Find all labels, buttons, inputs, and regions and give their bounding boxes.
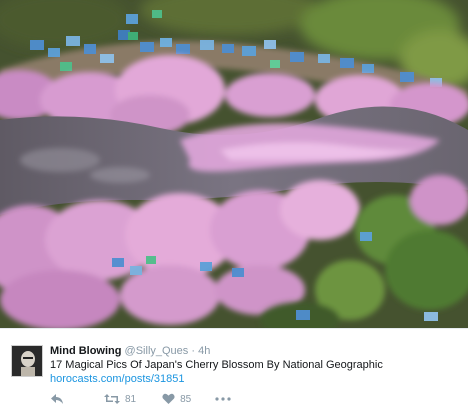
- display-name[interactable]: Mind Blowing: [50, 345, 121, 357]
- retweet-count: 81: [125, 393, 137, 405]
- timestamp[interactable]: 4h: [198, 345, 210, 357]
- more-dots-icon: [215, 397, 231, 401]
- like-button[interactable]: 85: [162, 393, 191, 405]
- avatar[interactable]: [11, 345, 43, 377]
- tweet-card: Mind Blowing @Silly_Ques · 4h 17 Magical…: [0, 328, 468, 412]
- tweet-header: Mind Blowing @Silly_Ques · 4h: [50, 345, 210, 357]
- user-handle[interactable]: @Silly_Ques: [125, 345, 189, 357]
- like-count: 85: [180, 393, 192, 405]
- tweet-text: 17 Magical Pics Of Japan's Cherry Blosso…: [50, 359, 383, 371]
- retweet-icon: [104, 394, 120, 404]
- tweet-actions: 81 85: [50, 391, 231, 407]
- tweet-photo[interactable]: [0, 0, 468, 328]
- reply-button[interactable]: [50, 393, 64, 405]
- heart-icon: [162, 393, 175, 404]
- separator: ·: [191, 345, 196, 357]
- more-button[interactable]: [215, 397, 231, 401]
- retweet-button[interactable]: 81: [104, 393, 136, 405]
- cherry-blossom-aerial-image: [0, 0, 468, 328]
- reply-icon: [51, 394, 63, 404]
- tweet-link[interactable]: horocasts.com/posts/31851: [50, 373, 185, 385]
- avatar-image: [12, 346, 42, 376]
